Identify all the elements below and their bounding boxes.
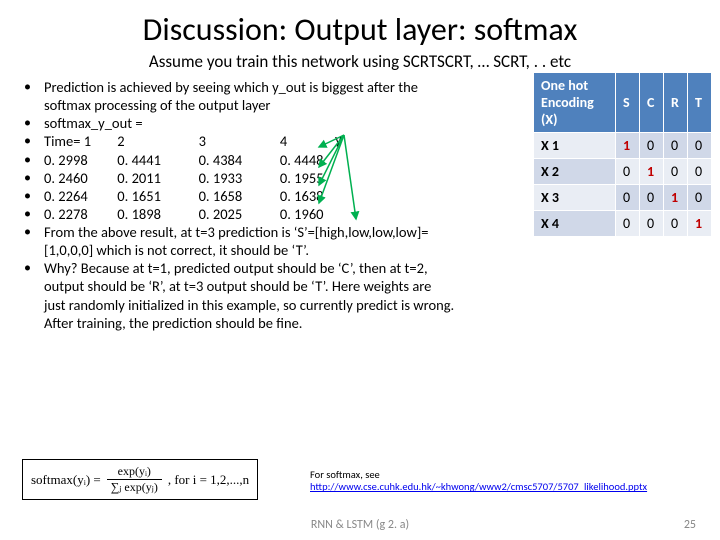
r3c3: 0. 1638 [280, 187, 358, 205]
table-cell: 0 [640, 133, 664, 159]
table-cell: 0 [688, 185, 712, 211]
page-number: 25 [684, 518, 696, 532]
table-cell: 0 [688, 159, 712, 185]
one-hot-table: One hot Encoding (X) S C R T X 11000X 20… [533, 72, 712, 237]
table-cell: 0 [616, 211, 640, 237]
r2c1: 0. 2011 [117, 169, 195, 187]
formula-num: exp(yᵢ) [107, 464, 162, 480]
table-header-row: One hot Encoding (X) S C R T [534, 73, 712, 133]
table-cell: 1 [616, 133, 640, 159]
formula-lhs: softmax(yᵢ) = [31, 472, 101, 488]
slide-subtitle: Assume you train this network using SCRT… [0, 51, 720, 72]
softmax-formula: softmax(yᵢ) = exp(yᵢ) ∑ⱼ exp(yⱼ) , for i… [22, 459, 258, 500]
th-r: R [664, 73, 688, 133]
time-col-1: 2 [117, 132, 195, 150]
left-column: Prediction is achieved by seeing which y… [10, 78, 455, 332]
row-label: X 2 [534, 159, 616, 185]
table-cell: 1 [640, 159, 664, 185]
th-s: S [616, 73, 640, 133]
formula-fraction: exp(yᵢ) ∑ⱼ exp(yⱼ) [107, 464, 162, 495]
r1c0: 0. 2998 [44, 151, 114, 169]
time-col-2: 3 [199, 132, 277, 150]
r3c2: 0. 1658 [199, 187, 277, 205]
r2c0: 0. 2460 [44, 169, 114, 187]
r2c3: 0. 1955 [280, 169, 358, 187]
time-col-0: Time= 1 [44, 132, 114, 150]
r3c1: 0. 1651 [117, 187, 195, 205]
row-label: X 1 [534, 133, 616, 159]
softmax-link[interactable]: http://www.cse.cuhk.edu.hk/~khwong/www2/… [310, 480, 647, 493]
table-cell: 0 [640, 211, 664, 237]
table-cell: 0 [688, 133, 712, 159]
th-t: T [688, 73, 712, 133]
r1c2: 0. 4384 [199, 151, 277, 169]
table-cell: 0 [664, 211, 688, 237]
row-label: X 3 [534, 185, 616, 211]
table-row: X 11000 [534, 133, 712, 159]
r4c1: 0. 1898 [117, 205, 195, 223]
bullet-1: Prediction is achieved by seeing which y… [10, 78, 455, 114]
y-label: y [335, 130, 342, 148]
r4c2: 0. 2025 [199, 205, 277, 223]
r4c3: 0. 1960 [280, 205, 358, 223]
table-cell: 1 [664, 185, 688, 211]
softmax-note-text: For softmax, see [310, 468, 380, 481]
r1c3: 0. 4448 [280, 151, 358, 169]
data-row-4: 0. 2278 0. 1898 0. 2025 0. 1960 [10, 205, 455, 223]
time-col-3: 4 [280, 132, 358, 150]
data-row-1: 0. 2998 0. 4441 0. 4384 0. 4448 [10, 151, 455, 169]
th-c: C [640, 73, 664, 133]
content-area: Prediction is achieved by seeing which y… [0, 72, 720, 332]
encoding-block: One hot Encoding (X) S C R T X 11000X 20… [533, 72, 712, 237]
bullet-2: softmax_y_out = [10, 114, 455, 132]
table-cell: 0 [664, 133, 688, 159]
bullet-9: Why? Because at t=1, predicted output sh… [10, 259, 455, 332]
footer-text: RNN & LSTM (g 2. a) [0, 518, 720, 532]
table-row: X 40001 [534, 211, 712, 237]
formula-tail: , for i = 1,2,...,n [168, 472, 249, 488]
time-header-row: Time= 1 2 3 4 [10, 132, 455, 150]
table-cell: 0 [616, 159, 640, 185]
table-cell: 0 [664, 159, 688, 185]
row-label: X 4 [534, 211, 616, 237]
data-row-2: 0. 2460 0. 2011 0. 1933 0. 1955 [10, 169, 455, 187]
bullet-list: Prediction is achieved by seeing which y… [10, 78, 455, 332]
r4c0: 0. 2278 [44, 205, 114, 223]
table-row: X 30010 [534, 185, 712, 211]
r2c2: 0. 1933 [199, 169, 277, 187]
data-row-3: 0. 2264 0. 1651 0. 1658 0. 1638 [10, 187, 455, 205]
table-row: X 20100 [534, 159, 712, 185]
th-label: One hot Encoding (X) [534, 73, 616, 133]
formula-den: ∑ⱼ exp(yⱼ) [107, 480, 162, 495]
softmax-reference: For softmax, see http://www.cse.cuhk.edu… [310, 469, 690, 494]
r3c0: 0. 2264 [44, 187, 114, 205]
bullet-8: From the above result, at t=3 prediction… [10, 223, 455, 259]
r1c1: 0. 4441 [117, 151, 195, 169]
table-cell: 1 [688, 211, 712, 237]
table-cell: 0 [640, 185, 664, 211]
table-cell: 0 [616, 185, 640, 211]
slide-title: Discussion: Output layer: softmax [0, 0, 720, 49]
